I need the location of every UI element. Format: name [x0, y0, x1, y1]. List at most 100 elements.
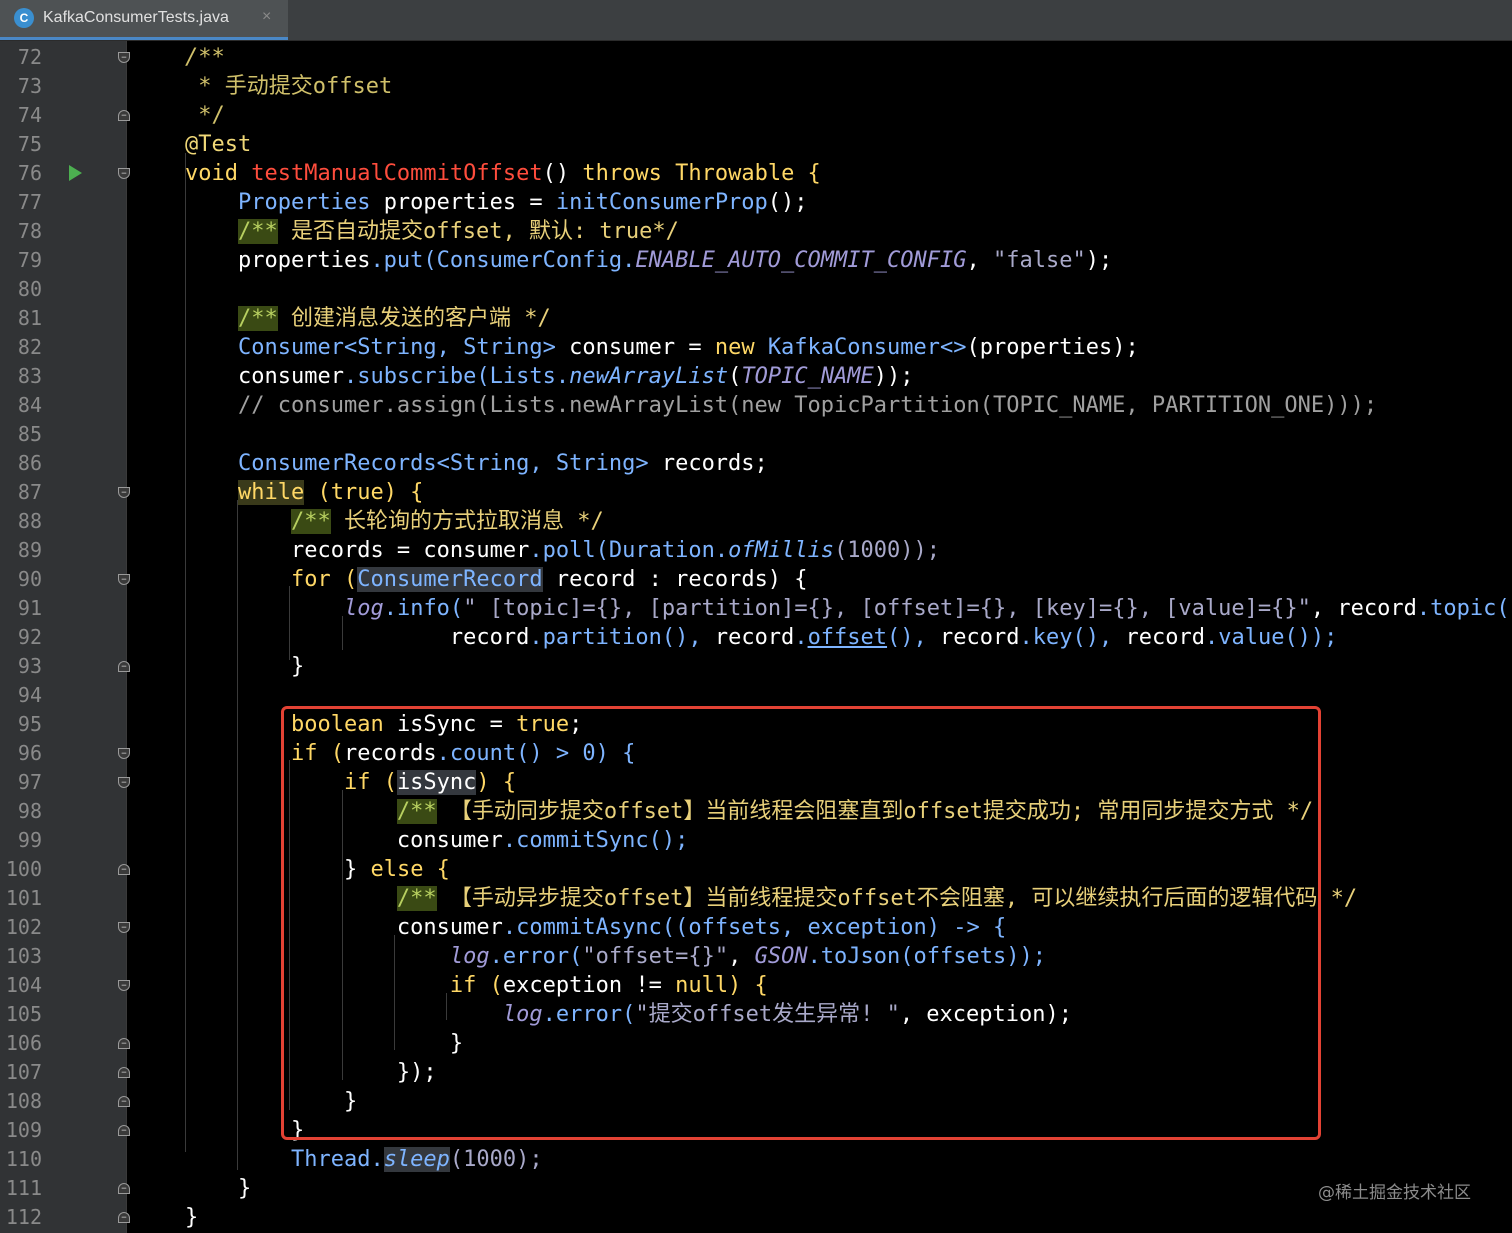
indent-guide	[237, 500, 238, 1170]
line-number: 95	[17, 712, 42, 736]
fold-end-icon[interactable]: −	[118, 110, 130, 121]
line-number: 79	[17, 248, 42, 272]
tab-kafka-consumer-tests[interactable]: C KafkaConsumerTests.java ×	[0, 0, 288, 40]
code-token: }	[185, 1205, 199, 1230]
line-number: 112	[5, 1205, 42, 1229]
line-number: 96	[17, 741, 42, 765]
code-token: records;	[661, 451, 768, 476]
code-token: .topic(),	[1416, 596, 1512, 621]
code-token: @Test	[185, 132, 252, 157]
fold-end-icon[interactable]: −	[118, 1038, 130, 1049]
code-line: Consumer<String, String> consumer = new …	[185, 333, 1139, 362]
code-token: for (	[290, 567, 358, 592]
tab-title: KafkaConsumerTests.java	[43, 9, 229, 26]
code-token: /**	[290, 509, 331, 534]
code-line: ConsumerRecords<String, String> records;	[185, 449, 768, 478]
line-number: 76	[17, 161, 42, 185]
fold-end-icon[interactable]: −	[118, 1212, 130, 1223]
code-token: record	[1125, 625, 1205, 650]
code-token: throws	[582, 161, 676, 186]
code-token: .put(	[370, 248, 437, 273]
fold-collapse-icon[interactable]: −	[118, 777, 130, 788]
code-token: sleep	[383, 1147, 450, 1172]
code-token: (properties);	[966, 335, 1139, 360]
run-test-icon[interactable]	[69, 165, 82, 181]
code-token: (true) {	[304, 480, 424, 505]
fold-collapse-icon[interactable]: −	[118, 922, 130, 933]
line-number: 81	[17, 306, 42, 330]
code-token: records = consumer	[290, 538, 530, 563]
line-number: 88	[17, 509, 42, 533]
fold-end-icon[interactable]: −	[118, 1096, 130, 1107]
code-token: void	[185, 161, 252, 186]
line-number: 86	[17, 451, 42, 475]
fold-collapse-icon[interactable]: −	[118, 980, 130, 991]
fold-end-icon[interactable]: −	[118, 1125, 130, 1136]
line-number: 72	[17, 45, 42, 69]
line-number: 111	[5, 1176, 42, 1200]
code-line: consumer.subscribe(Lists.newArrayList(TO…	[185, 362, 914, 391]
close-icon[interactable]: ×	[262, 8, 271, 26]
code-token: properties =	[383, 190, 556, 215]
code-line: // consumer.assign(Lists.newArrayList(ne…	[185, 391, 1377, 420]
code-line: Properties properties = initConsumerProp…	[185, 188, 808, 217]
code-line: /**	[185, 43, 225, 72]
line-number: 87	[17, 480, 42, 504]
code-token: ()	[542, 161, 583, 186]
fold-collapse-icon[interactable]: −	[118, 168, 130, 179]
fold-end-icon[interactable]: −	[118, 864, 130, 875]
indent-guide	[185, 153, 186, 1152]
code-token: KafkaConsumer<>	[767, 335, 967, 360]
fold-end-icon[interactable]: −	[118, 661, 130, 672]
code-token: Duration.	[608, 538, 729, 563]
code-line: }	[185, 652, 304, 681]
fold-collapse-icon[interactable]: −	[118, 487, 130, 498]
code-token: * 手动提交offset	[185, 74, 393, 99]
line-number: 78	[17, 219, 42, 243]
line-number: 91	[17, 596, 42, 620]
code-token: 创建消息发送的客户端 */	[277, 306, 551, 331]
code-token: " [topic]={}, [partition]={}, [offset]={…	[463, 596, 1311, 621]
code-token: .poll(	[529, 538, 609, 563]
fold-collapse-icon[interactable]: −	[118, 574, 130, 585]
fold-end-icon[interactable]: −	[118, 1067, 130, 1078]
code-line: properties.put(ConsumerConfig.ENABLE_AUT…	[185, 246, 1112, 275]
code-line: /** 是否自动提交offset, 默认: true*/	[185, 217, 679, 246]
code-line: }	[185, 1174, 251, 1203]
fold-collapse-icon[interactable]: −	[118, 748, 130, 759]
code-token: .partition(),	[529, 625, 715, 650]
code-token: .info(	[383, 596, 464, 621]
line-number: 84	[17, 393, 42, 417]
line-number: 105	[5, 1002, 42, 1026]
line-number: 77	[17, 190, 42, 214]
code-token: ConsumerRecord	[357, 567, 543, 592]
code-token: testManualCommitOffset	[251, 161, 543, 186]
code-token: */	[185, 103, 225, 128]
code-token: record	[449, 625, 530, 650]
code-token: }	[290, 654, 305, 679]
editor-gutter: 72 73 74 75 76 77 78 79 80 81 82 83 84 85 86 87 88 89 90 91…	[0, 41, 130, 1233]
fold-collapse-icon[interactable]: −	[118, 52, 130, 63]
line-number: 89	[17, 538, 42, 562]
code-token: .key(),	[1019, 625, 1126, 650]
code-line: * 手动提交offset	[185, 72, 392, 101]
line-number: 97	[17, 770, 42, 794]
code-token: initConsumerProp	[555, 190, 768, 215]
line-number: 99	[17, 828, 42, 852]
code-line: while (true) {	[185, 478, 423, 507]
code-token: ENABLE_AUTO_COMMIT_CONFIG	[635, 248, 967, 273]
line-number: 82	[17, 335, 42, 359]
highlight-annotation-box	[281, 706, 1321, 1140]
line-number: 110	[5, 1147, 42, 1171]
code-line: }	[185, 1203, 198, 1232]
fold-end-icon[interactable]: −	[118, 1183, 130, 1194]
line-number: 100	[5, 857, 42, 881]
code-token: ofMillis	[728, 538, 835, 563]
